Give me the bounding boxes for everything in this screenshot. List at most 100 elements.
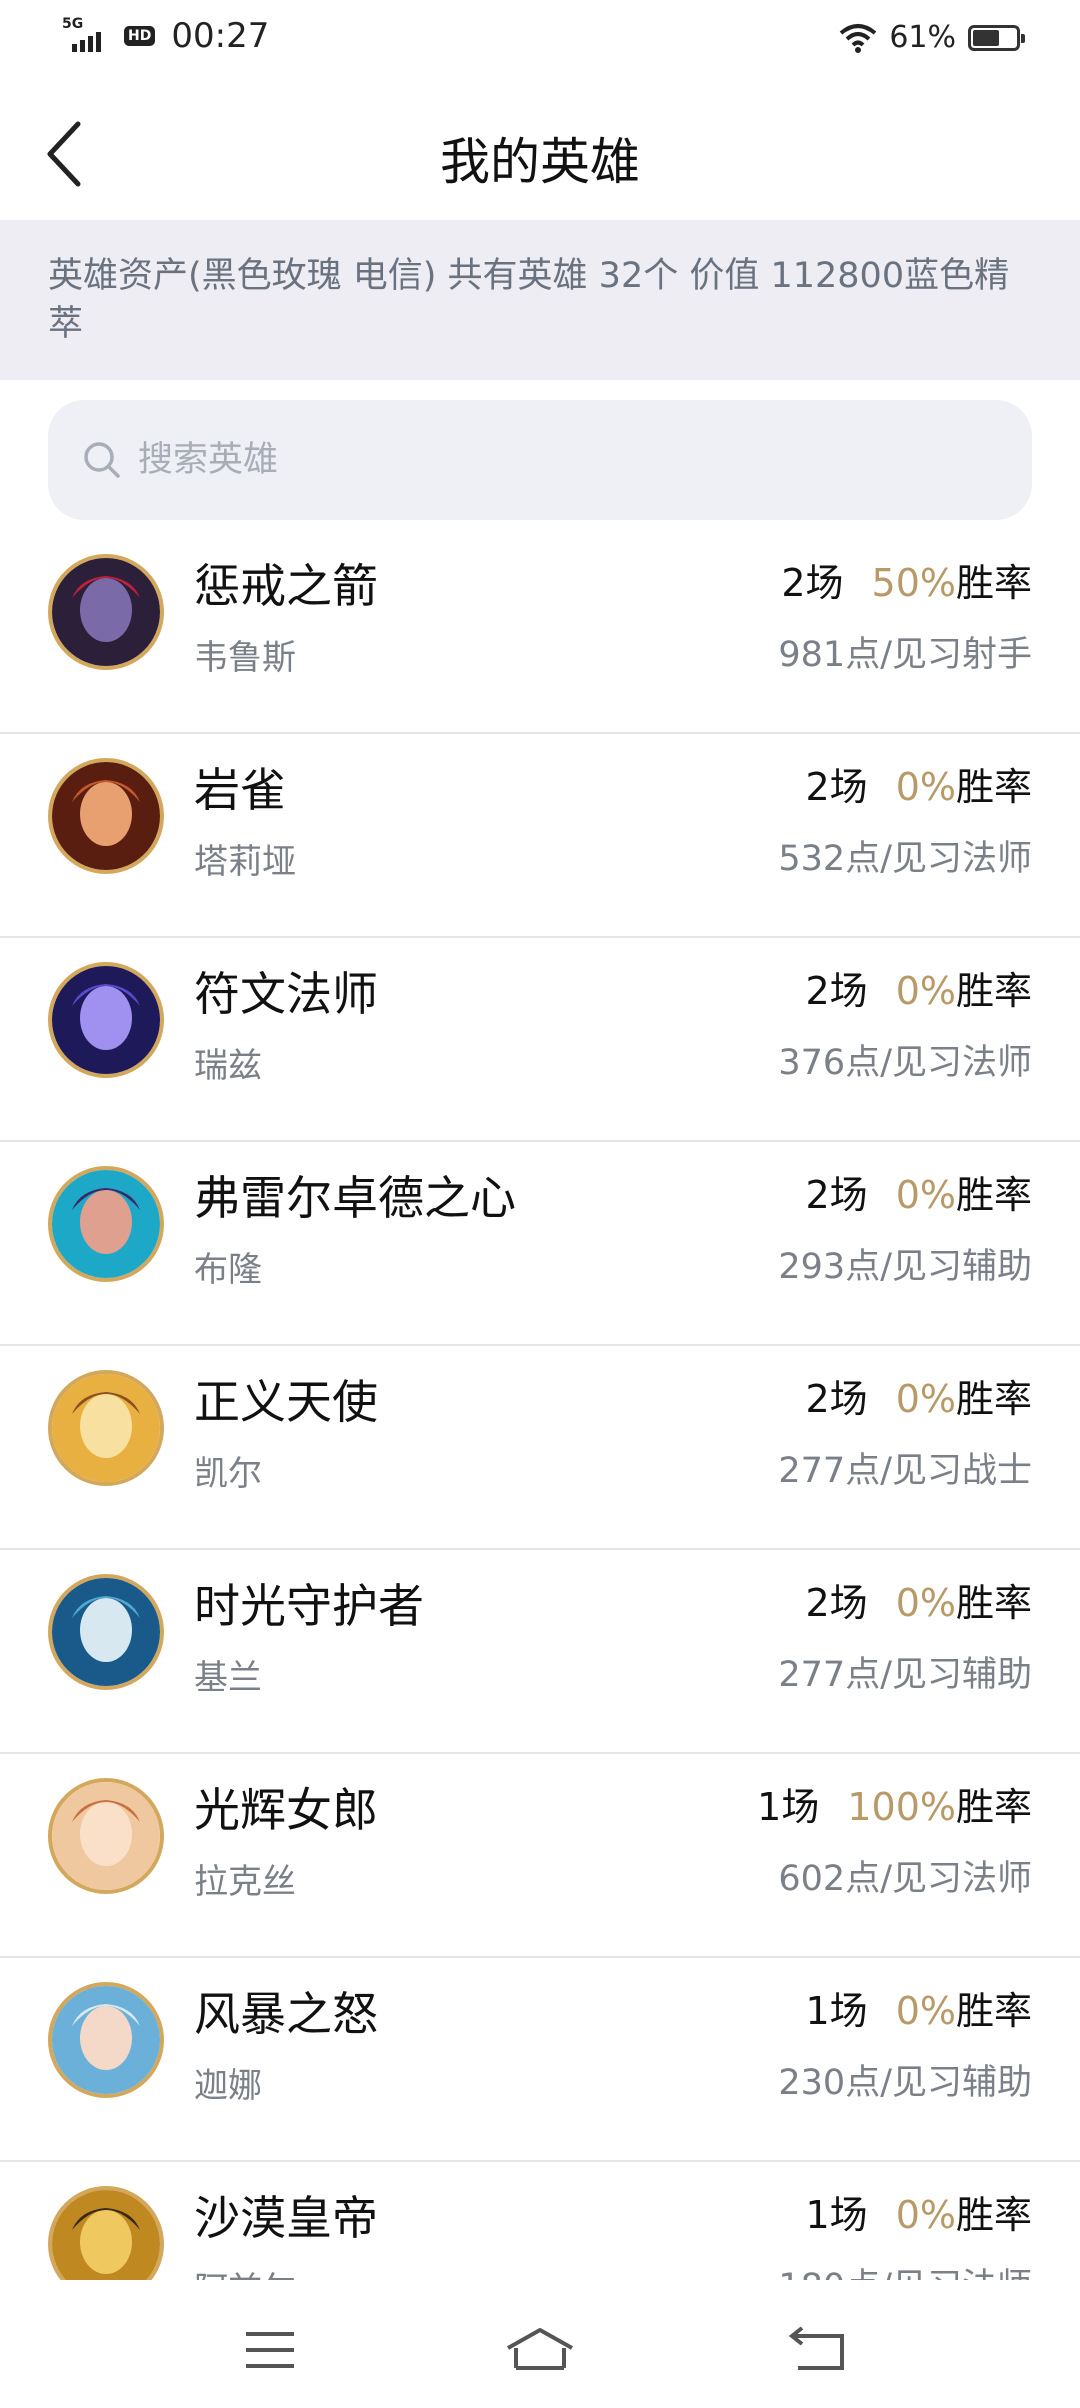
win-rate-label: 胜率	[955, 561, 1032, 605]
signal-icon: 5G	[62, 16, 110, 56]
hero-row[interactable]: 沙漠皇帝 阿兹尔 1场 0%胜率 180点/见习法师	[0, 2162, 1080, 2280]
mastery-points: 532点/见习法师	[778, 839, 1032, 879]
mastery-points: 602点/见习法师	[778, 1859, 1032, 1899]
search-bar[interactable]	[48, 400, 1032, 520]
status-bar: 5G HD 00:27 61%	[0, 0, 1080, 80]
win-rate: 100%	[847, 1785, 956, 1829]
mastery-points: 376点/见习法师	[778, 1043, 1032, 1083]
hero-name: 弗雷尔卓德之心	[194, 1171, 516, 1225]
hero-avatar	[48, 1574, 164, 1690]
win-rate-label: 胜率	[955, 969, 1032, 1013]
hero-stats: 1场 100%胜率	[757, 1776, 1032, 1831]
games-played: 2场	[805, 765, 868, 809]
hero-row[interactable]: 符文法师 瑞兹 2场 0%胜率 376点/见习法师	[0, 938, 1080, 1142]
network-type: 5G	[62, 16, 84, 32]
hero-stats: 2场 0%胜率	[806, 960, 1033, 1015]
win-rate-label: 胜率	[955, 2193, 1032, 2237]
mastery-points: 230点/见习辅助	[778, 2063, 1032, 2103]
hero-avatar	[48, 1370, 164, 1486]
hero-row[interactable]: 正义天使 凯尔 2场 0%胜率 277点/见习战士	[0, 1346, 1080, 1550]
hero-name: 风暴之怒	[194, 1987, 378, 2041]
hero-row[interactable]: 惩戒之箭 韦鲁斯 2场 50%胜率 981点/见习射手	[0, 530, 1080, 734]
clock: 00:27	[171, 16, 270, 56]
wifi-icon	[840, 23, 877, 53]
battery-icon	[968, 24, 1025, 51]
win-rate: 0%	[895, 969, 956, 1013]
win-rate: 0%	[895, 1581, 956, 1625]
menu-icon[interactable]	[230, 2320, 310, 2380]
games-played: 2场	[805, 969, 868, 1013]
win-rate-label: 胜率	[955, 1377, 1032, 1421]
page-title: 我的英雄	[440, 133, 640, 191]
hero-stats: 1场 0%胜率	[806, 1980, 1033, 2035]
hero-title: 凯尔	[194, 1454, 262, 1494]
win-rate-label: 胜率	[955, 765, 1032, 809]
hero-name: 惩戒之箭	[194, 559, 378, 613]
hero-title: 布隆	[194, 1250, 262, 1290]
win-rate: 0%	[895, 1377, 956, 1421]
hero-title: 阿兹尔	[194, 2262, 296, 2280]
win-rate-label: 胜率	[955, 1581, 1032, 1625]
games-played: 2场	[805, 1173, 868, 1217]
hero-name: 正义天使	[194, 1375, 378, 1429]
hero-title: 迦娜	[194, 2066, 262, 2106]
hero-row[interactable]: 时光守护者 基兰 2场 0%胜率 277点/见习辅助	[0, 1550, 1080, 1754]
hero-row[interactable]: 风暴之怒 迦娜 1场 0%胜率 230点/见习辅助	[0, 1958, 1080, 2162]
hero-assets-summary: 英雄资产(黑色玫瑰 电信) 共有英雄 32个 价值 112800蓝色精萃	[0, 220, 1080, 380]
hero-name: 时光守护者	[194, 1579, 424, 1633]
hero-name: 沙漠皇帝	[194, 2191, 378, 2245]
search-input[interactable]	[136, 439, 940, 481]
hero-row[interactable]: 弗雷尔卓德之心 布隆 2场 0%胜率 293点/见习辅助	[0, 1142, 1080, 1346]
hd-badge: HD	[124, 26, 156, 46]
battery-percent: 61%	[889, 20, 956, 55]
games-played: 1场	[757, 1785, 820, 1829]
win-rate: 0%	[895, 2193, 956, 2237]
mastery-points: 277点/见习辅助	[778, 1655, 1032, 1695]
hero-name: 符文法师	[194, 967, 378, 1021]
hero-list: 惩戒之箭 韦鲁斯 2场 50%胜率 981点/见习射手 岩雀 塔莉垭 2场 0%胜率…	[0, 530, 1080, 2280]
system-nav-bar	[0, 2280, 1080, 2408]
win-rate: 0%	[895, 1173, 956, 1217]
hero-avatar	[48, 1778, 164, 1894]
return-icon[interactable]	[780, 2320, 860, 2380]
win-rate-label: 胜率	[955, 1785, 1032, 1829]
hero-avatar	[48, 962, 164, 1078]
win-rate-label: 胜率	[955, 1989, 1032, 2033]
hero-title: 拉克丝	[194, 1862, 296, 1902]
mastery-points: 277点/见习战士	[778, 1451, 1032, 1491]
games-played: 2场	[781, 561, 844, 605]
games-played: 2场	[805, 1581, 868, 1625]
hero-name: 岩雀	[194, 763, 286, 817]
hero-row[interactable]: 光辉女郎 拉克丝 1场 100%胜率 602点/见习法师	[0, 1754, 1080, 1958]
hero-stats: 2场 0%胜率	[806, 756, 1033, 811]
mastery-points: 981点/见习射手	[778, 635, 1032, 675]
hero-name: 光辉女郎	[194, 1783, 378, 1837]
hero-avatar	[48, 1166, 164, 1282]
mastery-points: 293点/见习辅助	[778, 1247, 1032, 1287]
hero-avatar	[48, 2186, 164, 2280]
search-icon	[84, 442, 120, 478]
win-rate-label: 胜率	[955, 1173, 1032, 1217]
home-icon[interactable]	[500, 2320, 580, 2380]
mastery-points: 180点/见习法师	[778, 2258, 1032, 2280]
hero-avatar	[48, 554, 164, 670]
battery-fill	[973, 29, 999, 46]
hero-stats: 2场 0%胜率	[806, 1572, 1033, 1627]
games-played: 2场	[805, 1377, 868, 1421]
win-rate: 0%	[895, 765, 956, 809]
app-header: 我的英雄	[0, 90, 1080, 220]
hero-avatar	[48, 758, 164, 874]
hero-stats: 2场 0%胜率	[806, 1368, 1033, 1423]
games-played: 1场	[805, 1989, 868, 2033]
hero-avatar	[48, 1982, 164, 2098]
hero-title: 韦鲁斯	[194, 638, 296, 678]
hero-title: 瑞兹	[194, 1046, 262, 1086]
hero-stats: 2场 50%胜率	[781, 552, 1032, 607]
hero-title: 塔莉垭	[194, 842, 296, 882]
hero-stats: 1场 0%胜率	[806, 2184, 1033, 2239]
hero-row[interactable]: 岩雀 塔莉垭 2场 0%胜率 532点/见习法师	[0, 734, 1080, 938]
games-played: 1场	[805, 2193, 868, 2237]
win-rate: 0%	[895, 1989, 956, 2033]
hero-stats: 2场 0%胜率	[806, 1164, 1033, 1219]
hero-title: 基兰	[194, 1658, 262, 1698]
